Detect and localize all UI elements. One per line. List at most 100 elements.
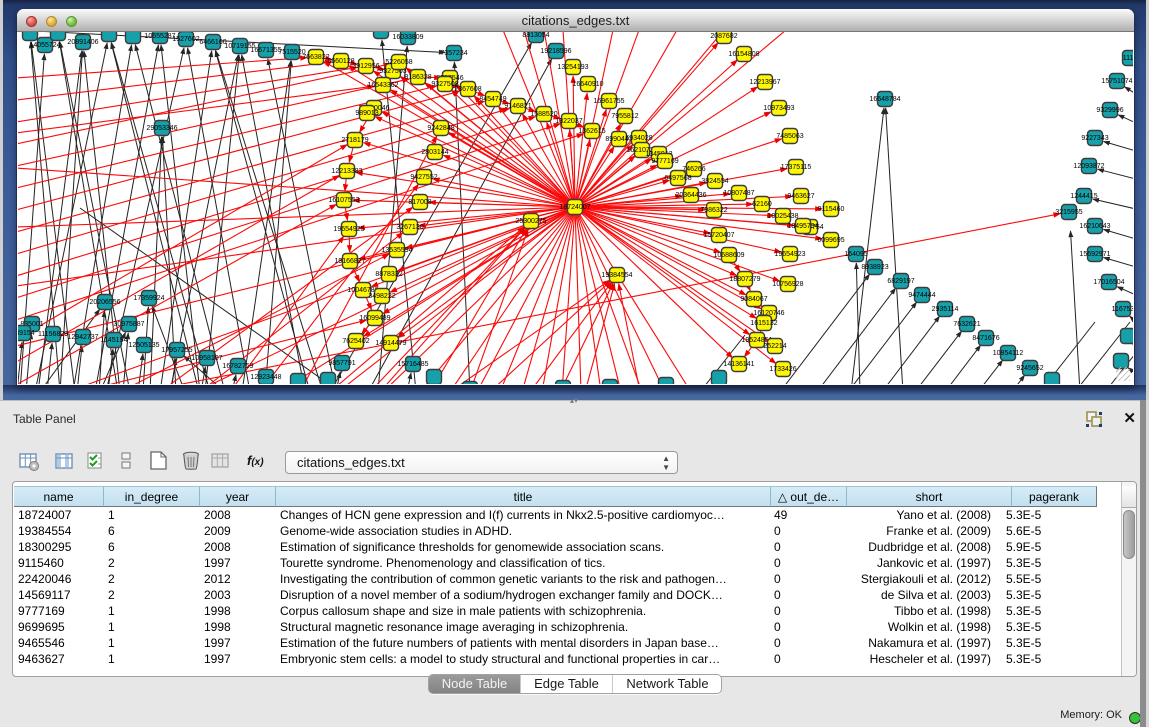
svg-text:1117: 1117 [1123,55,1133,62]
svg-text:25300275: 25300275 [515,218,546,225]
svg-text:9463627: 9463627 [787,193,814,200]
svg-text:12923448: 12923448 [250,374,281,381]
svg-text:14914479: 14914479 [375,340,406,347]
svg-text:1362615: 1362615 [578,128,605,135]
svg-text:9857791: 9857791 [328,360,355,367]
svg-text:19218596: 19218596 [540,48,571,55]
svg-text:2718179: 2718179 [341,137,368,144]
svg-text:9115460: 9115460 [818,206,845,213]
svg-text:9084067: 9084067 [740,296,767,303]
svg-text:12093872: 12093872 [1073,163,1104,170]
svg-text:20891406: 20891406 [67,39,98,46]
svg-text:989013: 989013 [355,110,378,117]
svg-text:16671355: 16671355 [250,47,281,54]
svg-text:12213383: 12213383 [331,168,362,175]
svg-text:116753: 116753 [1112,306,1133,313]
svg-text:1733426: 1733426 [769,366,796,373]
svg-text:15751074: 15751074 [1101,78,1132,85]
svg-text:10973493: 10973493 [763,105,794,112]
svg-text:11156829: 11156829 [38,331,68,338]
svg-text:7357234: 7357234 [440,50,467,57]
svg-text:19166827: 19166827 [334,258,365,265]
svg-text:19654923: 19654923 [774,251,805,258]
svg-text:2935114: 2935114 [932,306,959,313]
svg-text:16543362: 16543362 [367,82,398,89]
svg-text:16961755: 16961755 [593,98,624,105]
svg-text:13254193: 13254193 [557,64,588,71]
svg-text:1615132: 1615132 [750,320,777,327]
svg-text:12213967: 12213967 [749,79,780,86]
svg-text:19384554: 19384554 [601,272,632,279]
svg-text:746266: 746266 [682,166,705,173]
svg-text:3824554: 3824554 [701,178,728,185]
svg-text:17359924: 17359924 [133,295,164,302]
svg-text:17016504: 17016504 [1093,279,1124,286]
svg-text:939154: 939154 [18,330,35,337]
svg-text:10807487: 10807487 [723,190,754,197]
svg-text:817008: 817008 [408,199,431,206]
svg-text:16033809: 16033809 [392,34,423,41]
svg-text:16210643: 16210643 [1079,223,1110,230]
svg-text:5226058: 5226058 [385,59,412,66]
svg-text:9474444: 9474444 [908,292,935,299]
svg-text:1588520: 1588520 [530,111,557,118]
svg-text:8454749: 8454749 [479,96,506,103]
svg-text:9146821: 9146821 [504,103,531,110]
svg-text:10854112: 10854112 [993,350,1024,357]
svg-text:14136141: 14136141 [723,361,754,368]
svg-text:29053346: 29053346 [146,125,177,132]
svg-text:8878332: 8878332 [375,271,402,278]
svg-text:17957255: 17957255 [161,347,192,354]
svg-text:6829197: 6829197 [887,278,914,285]
svg-text:2087682: 2087682 [710,33,737,40]
svg-text:16782759: 16782759 [222,363,253,370]
svg-text:7485063: 7485063 [776,133,803,140]
svg-text:15692971: 15692971 [1079,251,1110,258]
svg-text:1145194: 1145194 [101,337,128,344]
svg-text:1822037: 1822037 [555,118,582,125]
svg-text:12505135: 12505135 [128,342,159,349]
svg-text:20206556: 20206556 [89,299,120,306]
svg-text:18724007: 18724007 [559,204,590,211]
svg-text:10756928: 10756928 [772,281,803,288]
svg-text:14055724: 14055724 [29,42,60,49]
svg-text:2803144: 2803144 [421,149,448,156]
svg-text:10958107: 10958107 [191,355,222,362]
svg-text:7986322: 7986322 [700,207,727,214]
svg-text:252214: 252214 [763,343,786,350]
svg-text:18807279: 18807279 [729,276,760,283]
svg-text:9245652: 9245652 [1016,365,1043,372]
svg-text:9777169: 9777169 [651,158,678,165]
svg-text:10655287: 10655287 [144,33,175,40]
svg-text:8186328: 8186328 [404,74,431,81]
svg-text:13535594: 13535594 [381,247,412,254]
svg-text:9242848: 9242848 [427,125,454,132]
svg-text:9329996: 9329996 [1096,107,1123,114]
svg-text:10025438: 10025438 [767,213,798,220]
svg-text:15716485: 15716485 [397,361,428,368]
svg-text:8660128: 8660128 [327,58,354,65]
svg-text:2367608: 2367608 [454,86,481,93]
svg-text:6497568: 6497568 [664,175,691,182]
svg-text:15720407: 15720407 [703,232,734,239]
svg-text:62160: 62160 [752,201,772,208]
svg-text:16107553: 16107553 [328,197,359,204]
svg-text:3912956: 3912956 [352,63,379,70]
svg-text:8471676: 8471676 [972,335,999,342]
svg-text:16648784: 16648784 [869,96,900,103]
svg-text:f(x): f(x) [247,453,264,468]
svg-text:18495794: 18495794 [787,223,818,230]
svg-text:30975887: 30975887 [113,321,144,328]
svg-text:16640910: 16640910 [572,81,603,88]
svg-text:17375115: 17375115 [781,164,812,171]
svg-text:8813054: 8813054 [522,32,549,39]
svg-text:3267130: 3267130 [396,224,423,231]
svg-text:164095: 164095 [844,251,867,258]
svg-text:12942737: 12942737 [67,334,98,341]
svg-text:1244415: 1244415 [1070,193,1097,200]
svg-text:3215955: 3215955 [1055,209,1082,216]
svg-text:16154808: 16154808 [728,51,759,58]
svg-text:9227343: 9227343 [1081,135,1108,142]
svg-text:20364436: 20364436 [675,192,706,199]
svg-text:6934028: 6934028 [625,135,652,142]
